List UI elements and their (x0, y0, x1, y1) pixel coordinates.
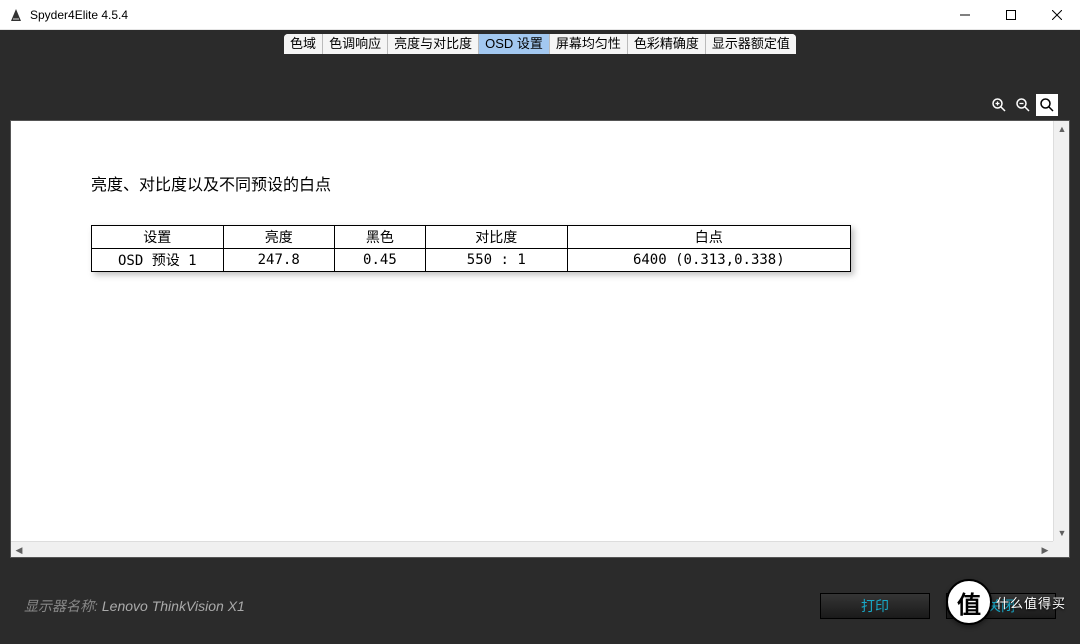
col-header: 白点 (567, 226, 850, 249)
app-body: 色域色调响应亮度与对比度OSD 设置屏幕均匀性色彩精确度显示器额定值 亮度、对比… (0, 30, 1080, 644)
tab-6[interactable]: 显示器额定值 (706, 34, 796, 54)
app-icon (8, 7, 24, 23)
tab-5[interactable]: 色彩精确度 (628, 34, 706, 54)
zoom-in-button[interactable] (988, 94, 1010, 116)
scroll-down-icon[interactable]: ▼ (1054, 525, 1070, 541)
zoom-toolbar (10, 90, 1070, 120)
table-cell: 6400 (0.313,0.338) (567, 249, 850, 272)
window-title: Spyder4Elite 4.5.4 (30, 8, 942, 22)
viewport-wrap: 亮度、对比度以及不同预设的白点 设置亮度黑色对比度白点 OSD 预设 1247.… (10, 90, 1070, 558)
tab-0[interactable]: 色域 (284, 34, 323, 54)
scroll-up-icon[interactable]: ▲ (1054, 121, 1070, 137)
scroll-right-icon[interactable]: ▶ (1037, 542, 1053, 558)
footer: 显示器名称: Lenovo ThinkVision X1 打印 关闭 (0, 568, 1080, 644)
page-heading: 亮度、对比度以及不同预设的白点 (91, 171, 973, 195)
col-header: 对比度 (425, 226, 567, 249)
scroll-left-icon[interactable]: ◀ (11, 542, 27, 558)
tab-3[interactable]: OSD 设置 (479, 34, 550, 54)
close-button[interactable] (1034, 0, 1080, 30)
tab-4[interactable]: 屏幕均匀性 (550, 34, 628, 54)
col-header: 亮度 (223, 226, 334, 249)
osd-table: 设置亮度黑色对比度白点 OSD 预设 1247.80.45550 : 16400… (91, 225, 851, 272)
table-cell: OSD 预设 1 (92, 249, 224, 272)
table-row: OSD 预设 1247.80.45550 : 16400 (0.313,0.33… (92, 249, 851, 272)
watermark: 值 什么值得买 (946, 574, 1066, 630)
table-cell: 0.45 (334, 249, 425, 272)
tab-1[interactable]: 色调响应 (323, 34, 388, 54)
tabs: 色域色调响应亮度与对比度OSD 设置屏幕均匀性色彩精确度显示器额定值 (284, 34, 796, 54)
scroll-corner (1053, 541, 1069, 557)
table-cell: 247.8 (223, 249, 334, 272)
title-bar: Spyder4Elite 4.5.4 (0, 0, 1080, 30)
zoom-out-button[interactable] (1012, 94, 1034, 116)
col-header: 黑色 (334, 226, 425, 249)
col-header: 设置 (92, 226, 224, 249)
content-viewport: 亮度、对比度以及不同预设的白点 设置亮度黑色对比度白点 OSD 预设 1247.… (10, 120, 1070, 558)
maximize-button[interactable] (988, 0, 1034, 30)
table-cell: 550 : 1 (425, 249, 567, 272)
monitor-name-value: Lenovo ThinkVision X1 (102, 598, 245, 614)
watermark-text: 什么值得买 (996, 593, 1066, 612)
watermark-badge-icon: 值 (946, 579, 992, 625)
minimize-button[interactable] (942, 0, 988, 30)
vertical-scrollbar[interactable]: ▲ ▼ (1053, 121, 1069, 541)
tab-2[interactable]: 亮度与对比度 (388, 34, 479, 54)
tabs-row: 色域色调响应亮度与对比度OSD 设置屏幕均匀性色彩精确度显示器额定值 (0, 30, 1080, 54)
monitor-name-label: 显示器名称: (24, 596, 98, 616)
horizontal-scrollbar[interactable]: ◀ ▶ (11, 541, 1053, 557)
window-controls (942, 0, 1080, 30)
print-button[interactable]: 打印 (820, 593, 930, 619)
zoom-fit-button[interactable] (1036, 94, 1058, 116)
content-area: 亮度、对比度以及不同预设的白点 设置亮度黑色对比度白点 OSD 预设 1247.… (11, 121, 1053, 541)
